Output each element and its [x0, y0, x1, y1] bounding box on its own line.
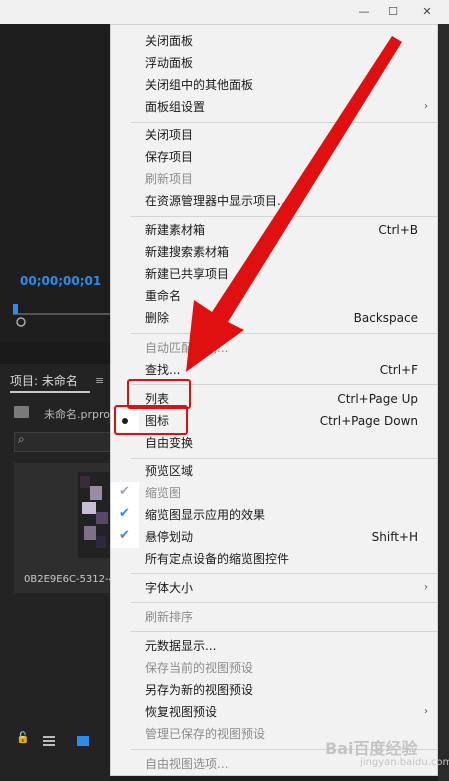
project-tab-underline	[10, 391, 90, 393]
menu-item-find[interactable]: 查找...	[145, 359, 180, 381]
shortcut-find: Ctrl+F	[379, 363, 418, 377]
watermark-logo: Bai百度经验	[325, 739, 418, 758]
shortcut-new-bin: Ctrl+B	[378, 223, 418, 237]
menu-item-font-size[interactable]: 字体大小	[145, 577, 193, 599]
shortcut-list-view: Ctrl+Page Up	[337, 392, 418, 406]
clip-thumbnail[interactable]	[78, 472, 110, 558]
menu-item-new-bin[interactable]: 新建素材箱	[145, 219, 205, 241]
menu-item-save-new-view-preset[interactable]: 另存为新的视图预设	[145, 679, 253, 701]
menu-item-close-other-panels[interactable]: 关闭组中的其他面板	[145, 74, 253, 96]
menu-item-save-project[interactable]: 保存项目	[145, 146, 193, 168]
menu-item-restore-view-preset[interactable]: 恢复视图预设	[145, 701, 217, 723]
menu-item-refresh-sort: 刷新排序	[145, 610, 194, 624]
menu-item-thumbnail-controls[interactable]: 所有定点设备的缩览图控件	[145, 548, 289, 570]
menu-divider	[131, 631, 437, 632]
menu-item-close-project[interactable]: 关闭项目	[145, 124, 193, 146]
check-icon: ✔	[119, 506, 130, 521]
maximize-icon[interactable]: ☐	[381, 3, 405, 21]
menu-item-freeform-view-options: 自由视图选项...	[145, 757, 229, 771]
menu-item-close-panel[interactable]: 关闭面板	[145, 30, 193, 52]
menu-item-new-shared-project[interactable]: 新建已共享项目	[145, 263, 229, 285]
menu-item-save-view-preset: 保存当前的视图预设	[145, 661, 254, 675]
folder-icon	[14, 406, 29, 418]
menu-item-automate-to-sequence: 自动匹配序列...	[145, 341, 229, 355]
shortcut-icon-view: Ctrl+Page Down	[319, 414, 418, 428]
search-input[interactable]	[14, 432, 112, 452]
menu-divider	[131, 333, 437, 334]
watermark-url: jingyan.baidu.com	[360, 757, 449, 768]
menu-item-preview-area[interactable]: 预览区域	[145, 460, 193, 482]
panel-separator	[0, 342, 110, 364]
menu-divider	[131, 573, 437, 574]
menu-item-float-panel[interactable]: 浮动面板	[145, 52, 193, 74]
search-icon: ⌕	[18, 432, 25, 446]
submenu-arrow-icon: ›	[424, 582, 428, 593]
menu-item-refresh-project: 刷新项目	[145, 172, 194, 186]
menu-divider	[131, 122, 437, 123]
menu-divider	[131, 602, 437, 603]
panel-menu-icon[interactable]: ≡	[95, 374, 104, 387]
window-titlebar: — ☐ ✕	[0, 0, 449, 24]
menu-divider	[131, 458, 437, 459]
project-tab[interactable]: 项目: 未命名	[10, 372, 78, 389]
menu-item-reveal-in-explorer[interactable]: 在资源管理器中显示项目...	[145, 190, 288, 212]
check-icon: ✔	[119, 528, 130, 543]
menu-divider	[131, 216, 437, 217]
project-file-name: 未命名.prproj	[44, 408, 114, 421]
menu-item-manage-view-presets: 管理已保存的视图预设	[145, 727, 266, 741]
clip-name: 0B2E9E6C-5312-4	[24, 574, 115, 585]
icon-view-icon[interactable]	[77, 731, 89, 746]
close-icon[interactable]: ✕	[415, 3, 439, 21]
menu-item-new-search-bin[interactable]: 新建搜索素材箱	[145, 241, 229, 263]
menu-item-thumbnails: 缩览图	[145, 486, 182, 500]
menu-item-metadata-display[interactable]: 元数据显示...	[145, 635, 216, 657]
program-monitor	[0, 24, 110, 342]
menu-item-rename[interactable]: 重命名	[145, 285, 181, 307]
shortcut-hover-scrub: Shift+H	[371, 530, 418, 544]
submenu-arrow-icon: ›	[424, 706, 428, 717]
shortcut-delete: Backspace	[353, 311, 418, 325]
check-icon: ✔	[119, 484, 130, 499]
menu-item-panel-group-settings[interactable]: 面板组设置	[145, 96, 205, 118]
menu-item-hover-scrub[interactable]: 悬停划动	[145, 526, 193, 548]
scrubber[interactable]	[13, 304, 110, 328]
menu-item-thumbnail-effects[interactable]: 缩览图显示应用的效果	[145, 504, 265, 526]
timecode[interactable]: 00;00;00;01	[20, 274, 101, 288]
menu-item-freeform[interactable]: 自由变换	[145, 432, 193, 454]
right-edge-panel	[438, 24, 449, 781]
list-view-icon[interactable]	[43, 731, 55, 746]
lock-icon[interactable]: 🔓	[16, 731, 30, 744]
submenu-arrow-icon: ›	[424, 101, 428, 112]
menu-item-delete[interactable]: 删除	[145, 307, 169, 329]
minimize-icon[interactable]: —	[352, 3, 376, 21]
highlight-box-icon	[114, 405, 188, 435]
